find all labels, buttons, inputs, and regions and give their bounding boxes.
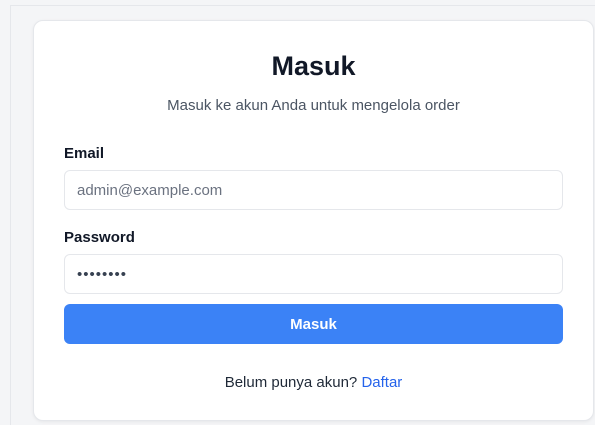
login-button[interactable]: Masuk [64, 304, 563, 344]
register-prompt: Belum punya akun? Daftar [34, 374, 593, 391]
login-subtitle: Masuk ke akun Anda untuk mengelola order [167, 97, 460, 114]
register-prompt-text: Belum punya akun? [224, 374, 358, 391]
page-top-divider [10, 5, 595, 6]
register-link[interactable]: Daftar [361, 374, 402, 391]
password-input[interactable] [64, 254, 563, 294]
email-input[interactable] [64, 170, 563, 210]
login-title: Masuk [271, 51, 356, 81]
page-left-divider [10, 5, 11, 425]
login-card: Masuk Masuk ke akun Anda untuk mengelola… [33, 20, 594, 421]
password-label: Password [64, 229, 135, 246]
email-label: Email [64, 145, 105, 162]
